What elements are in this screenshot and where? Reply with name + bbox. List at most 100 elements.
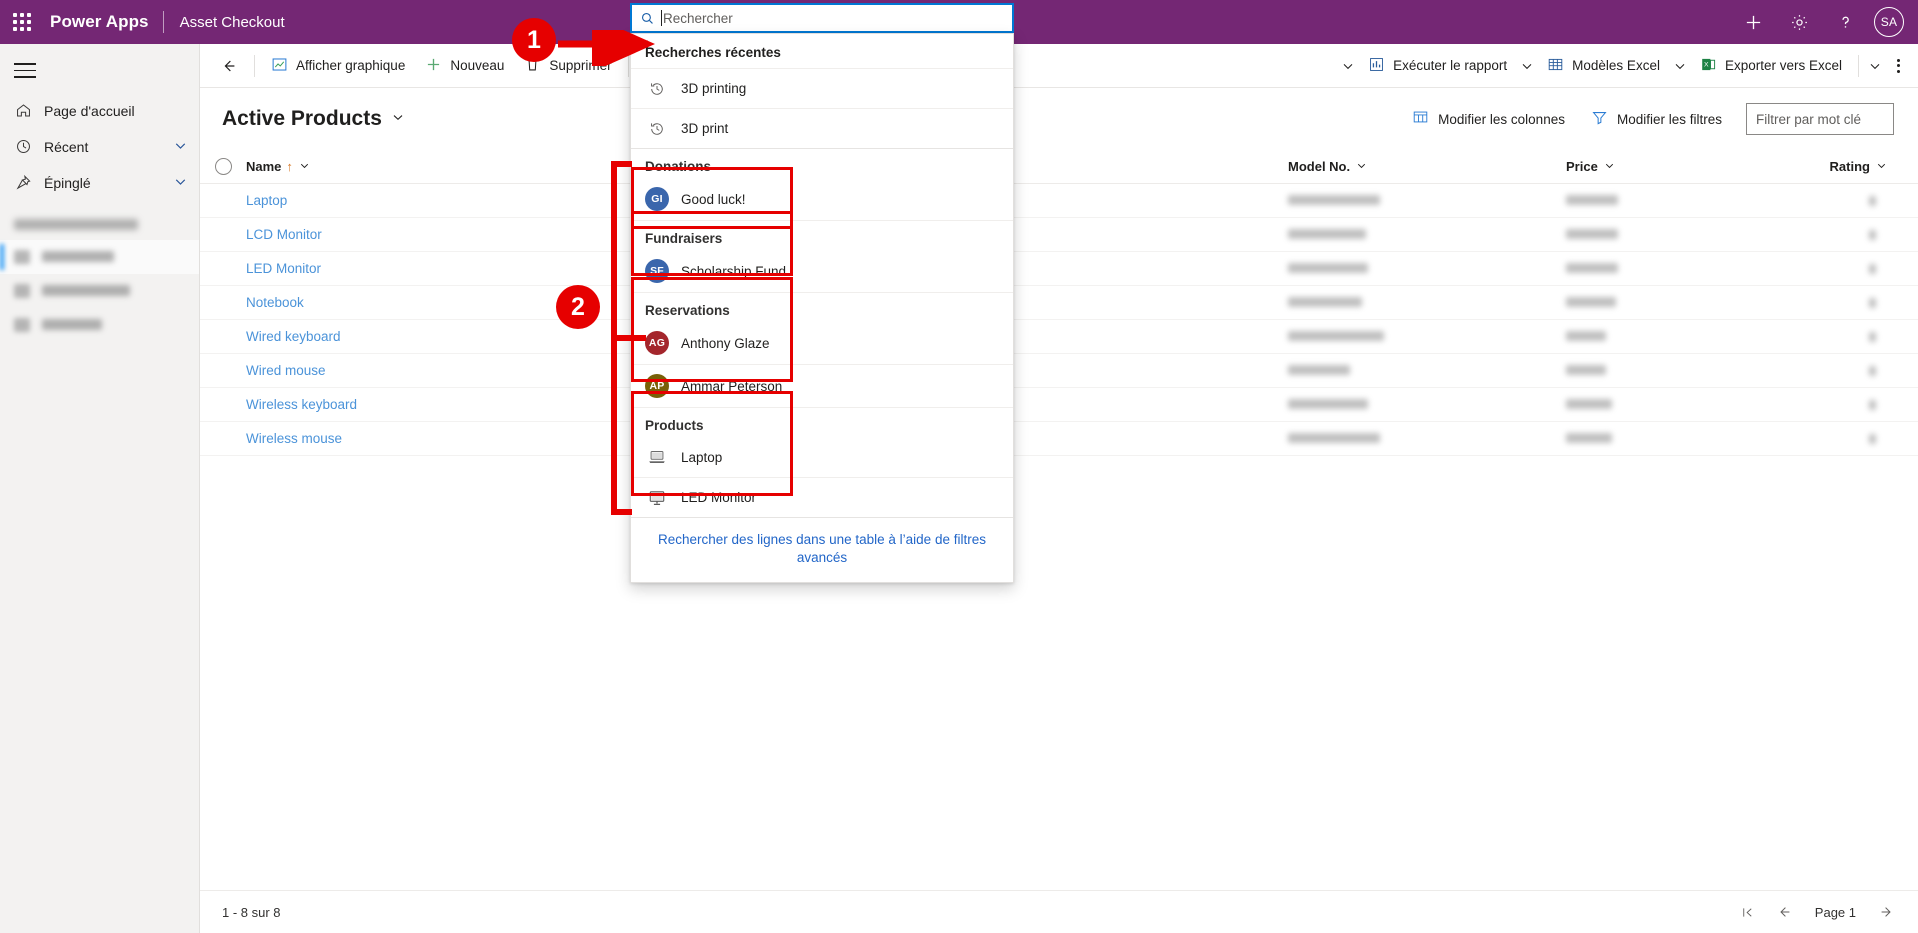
search-result-item[interactable]: SFScholarship Fund: [631, 250, 1013, 292]
row-price-cell: [1566, 261, 1756, 276]
plus-icon[interactable]: [1730, 0, 1776, 44]
column-label: Price: [1566, 159, 1598, 174]
chevron-down-icon[interactable]: [1603, 159, 1616, 175]
user-avatar[interactable]: SA: [1874, 7, 1904, 37]
search-result-item[interactable]: GI Good luck!: [631, 178, 1013, 220]
sidebar-item-pinned[interactable]: Épinglé: [0, 165, 199, 201]
search-result-item[interactable]: AGAnthony Glaze: [631, 322, 1013, 364]
app-launcher-icon[interactable]: [0, 0, 44, 44]
chevron-down-icon[interactable]: [172, 173, 189, 193]
sidebar-redacted-item[interactable]: [0, 274, 199, 308]
brand-title[interactable]: Power Apps: [44, 12, 163, 32]
command-label: Modèles Excel: [1572, 58, 1660, 73]
question-icon[interactable]: [1822, 0, 1868, 44]
redacted-label: [42, 285, 130, 296]
overflow-chevron-down-icon[interactable]: [1338, 58, 1358, 74]
recent-search-item[interactable]: 3D printing: [631, 68, 1013, 108]
row-rating-cell: [1756, 434, 1906, 444]
export-to-excel-button[interactable]: X Exporter vers Excel: [1690, 47, 1852, 85]
table-row[interactable]: Wireless keyboard: [200, 388, 1918, 422]
recent-search-item[interactable]: 3D print: [631, 108, 1013, 148]
redacted-value: [1566, 399, 1612, 409]
view-toolbar-actions: Modifier les colonnes Modifier les filtr…: [1402, 103, 1918, 135]
table-row[interactable]: LCD Monitor: [200, 218, 1918, 252]
sidebar-redacted-item[interactable]: [0, 240, 199, 274]
avatar: GI: [645, 187, 669, 211]
hamburger-icon[interactable]: [0, 44, 199, 93]
advanced-filters-link[interactable]: Rechercher des lignes dans une table à l…: [658, 532, 986, 565]
table-row[interactable]: Laptop: [200, 184, 1918, 218]
redacted-value: [1288, 365, 1350, 375]
command-label: Nouveau: [450, 58, 504, 73]
sidebar-item-recent[interactable]: Récent: [0, 129, 199, 165]
command-label: Modifier les filtres: [1617, 112, 1722, 127]
column-header-model-no[interactable]: Model No.: [1288, 159, 1566, 175]
app-header-actions: SA: [1730, 0, 1918, 44]
view-selector[interactable]: Active Products: [200, 107, 406, 131]
search-result-label: Good luck!: [681, 192, 746, 207]
redacted-value: [1869, 400, 1876, 410]
back-button[interactable]: [210, 47, 248, 85]
first-page-icon[interactable]: [1740, 905, 1755, 920]
global-search: Rechercher Recherches récentes 3D printi…: [630, 3, 1014, 583]
search-result-item[interactable]: LED Monitor: [631, 477, 1013, 517]
grid-footer: 1 - 8 sur 8 Page 1: [200, 890, 1918, 933]
select-all-cell[interactable]: [200, 158, 246, 175]
recent-searches-title: Recherches récentes: [631, 34, 1013, 68]
avatar: AG: [645, 331, 669, 355]
edit-columns-button[interactable]: Modifier les colonnes: [1402, 103, 1575, 135]
search-input[interactable]: Rechercher: [630, 3, 1014, 33]
run-report-chevron-down-icon[interactable]: [1517, 58, 1537, 74]
redacted-icon: [14, 318, 30, 332]
page-label: Page 1: [1815, 905, 1856, 920]
chevron-down-icon[interactable]: [172, 137, 189, 157]
search-placeholder: Rechercher: [663, 11, 733, 26]
run-report-button[interactable]: Exécuter le rapport: [1358, 47, 1517, 85]
table-row[interactable]: Notebook: [200, 286, 1918, 320]
search-group-title: Fundraisers: [631, 220, 1013, 250]
row-model-cell: [1288, 363, 1566, 378]
column-label: Rating: [1830, 159, 1870, 174]
sidebar-redacted-item[interactable]: [0, 308, 199, 342]
table-row[interactable]: Wired keyboard: [200, 320, 1918, 354]
table-row[interactable]: LED Monitor: [200, 252, 1918, 286]
sidebar-item-home[interactable]: Page d'accueil: [0, 93, 199, 129]
redacted-value: [1288, 331, 1384, 341]
search-result-item[interactable]: Laptop: [631, 437, 1013, 477]
next-page-icon[interactable]: [1878, 904, 1894, 920]
redacted-value: [1566, 433, 1612, 443]
row-price-cell: [1566, 295, 1756, 310]
table-row[interactable]: Wireless mouse: [200, 422, 1918, 456]
row-price-cell: [1566, 397, 1756, 412]
new-button[interactable]: Nouveau: [415, 47, 514, 85]
app-name-title[interactable]: Asset Checkout: [164, 14, 285, 31]
kebab-menu-icon[interactable]: [1885, 59, 1912, 73]
excel-templates-button[interactable]: Modèles Excel: [1537, 47, 1670, 85]
search-results-groups: DonationsGIGood luck!FundraisersSFSchola…: [631, 148, 1013, 517]
circle-checkbox-icon[interactable]: [215, 158, 232, 175]
prev-page-icon[interactable]: [1777, 904, 1793, 920]
history-icon: [645, 81, 669, 97]
command-label: Exporter vers Excel: [1725, 58, 1842, 73]
column-header-rating[interactable]: Rating: [1756, 159, 1906, 175]
chevron-down-icon[interactable]: [1875, 159, 1888, 175]
redacted-value: [1869, 264, 1876, 274]
export-chevron-down-icon[interactable]: [1865, 58, 1885, 74]
keyword-filter-input[interactable]: Filtrer par mot clé: [1746, 103, 1894, 135]
search-result-item[interactable]: APAmmar Peterson: [631, 364, 1013, 407]
search-result-label: Ammar Peterson: [681, 379, 782, 394]
redacted-value: [1566, 263, 1618, 273]
redacted-value: [1566, 331, 1606, 341]
show-chart-button[interactable]: Afficher graphique: [261, 47, 415, 85]
chevron-down-icon[interactable]: [1355, 159, 1368, 175]
excel-templates-chevron-down-icon[interactable]: [1670, 58, 1690, 74]
chevron-down-icon[interactable]: [390, 107, 406, 131]
row-price-cell: [1566, 193, 1756, 208]
avatar-initials: AG: [649, 337, 665, 349]
edit-filters-button[interactable]: Modifier les filtres: [1581, 103, 1732, 135]
gear-icon[interactable]: [1776, 0, 1822, 44]
command-bar: Afficher graphique Nouveau Supprimer: [200, 44, 1918, 88]
table-row[interactable]: Wired mouse: [200, 354, 1918, 388]
column-header-price[interactable]: Price: [1566, 159, 1756, 175]
chevron-down-icon[interactable]: [298, 159, 311, 175]
